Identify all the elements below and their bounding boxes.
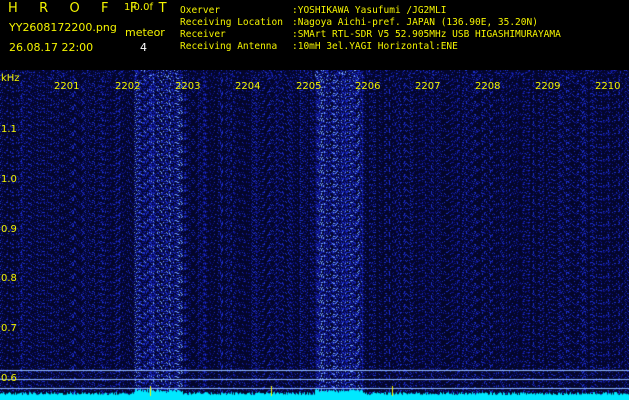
y-tick: 0.9 [1, 224, 17, 235]
y-tick: 1.1 [1, 124, 17, 135]
meteor-count: 4 [140, 41, 147, 54]
version-label: 1.0.0f [124, 2, 153, 13]
info-row-observer: Oxerver :YOSHIKAWA Yasufumi /JG2MLI [180, 6, 446, 16]
header-panel: H R O F F T 1.0.0f YY2608172200.png mete… [0, 0, 629, 70]
file-name: YY2608172200.png [9, 21, 117, 34]
y-axis-unit: kHz [1, 73, 20, 84]
x-tick: 2208 [475, 81, 501, 92]
info-value: :10mH 3el.YAGI Horizontal:ENE [292, 41, 458, 52]
y-tick: 0.7 [1, 323, 17, 334]
x-tick: 2206 [355, 81, 381, 92]
info-value: :Nagoya Aichi-pref. JAPAN (136.90E, 35.2… [292, 17, 538, 28]
y-tick: 1.0 [1, 174, 17, 185]
x-tick: 2205 [296, 81, 322, 92]
x-tick: 2202 [115, 81, 141, 92]
info-value: :SMArt RTL-SDR V5 52.905MHz USB HIGASHIM… [292, 29, 561, 40]
y-tick: 0.8 [1, 273, 17, 284]
info-row-receiver: Receiver :SMArt RTL-SDR V5 52.905MHz USB … [180, 30, 561, 40]
info-row-antenna: Receiving Antenna :10mH 3el.YAGI Horizont… [180, 42, 458, 52]
info-key: Receiving Antenna [180, 41, 278, 52]
info-key: Oxerver [180, 5, 221, 16]
x-tick: 2209 [535, 81, 561, 92]
info-value: :YOSHIKAWA Yasufumi /JG2MLI [292, 5, 447, 16]
info-row-location: Receiving Location :Nagoya Aichi-pref. JA… [180, 18, 538, 28]
spectrogram-canvas [0, 70, 629, 400]
info-key: Receiver [180, 29, 226, 40]
x-tick: 2203 [175, 81, 201, 92]
datetime: 26.08.17 22:00 [9, 41, 94, 54]
x-tick: 2201 [54, 81, 80, 92]
info-key: Receiving Location [180, 17, 283, 28]
meteor-label: meteor [125, 26, 165, 39]
x-tick: 2204 [235, 81, 261, 92]
y-tick: 0.6 [1, 373, 17, 384]
x-tick: 2210 [595, 81, 621, 92]
x-tick: 2207 [415, 81, 441, 92]
